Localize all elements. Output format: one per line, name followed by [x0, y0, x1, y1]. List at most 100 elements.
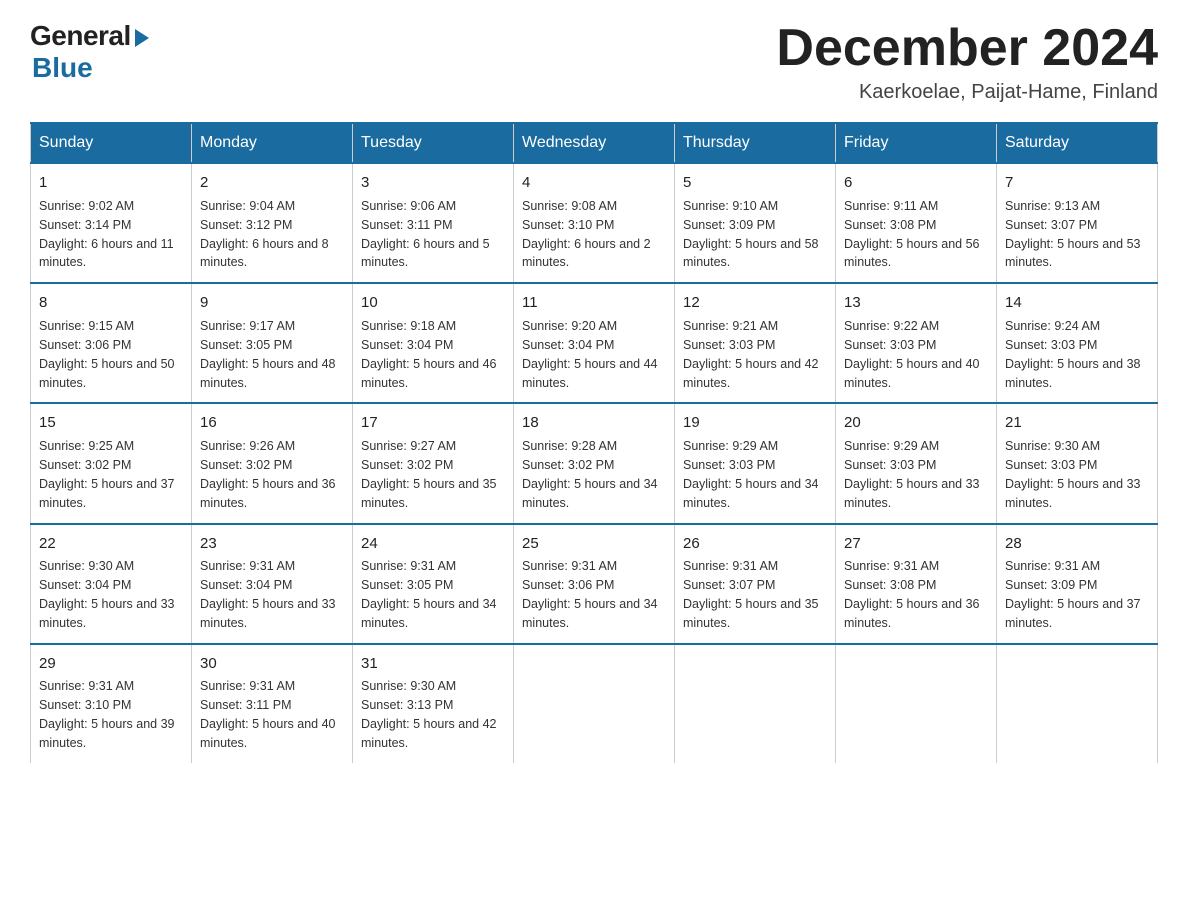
- day-number: 7: [1005, 172, 1149, 194]
- day-info: Sunrise: 9:30 AMSunset: 3:03 PMDaylight:…: [1005, 439, 1141, 510]
- calendar-day-cell: 28Sunrise: 9:31 AMSunset: 3:09 PMDayligh…: [997, 524, 1158, 644]
- calendar-day-cell: 1 Sunrise: 9:02 AMSunset: 3:14 PMDaylight…: [31, 163, 192, 283]
- day-number: 8: [39, 292, 183, 314]
- day-number: 23: [200, 533, 344, 555]
- calendar-day-cell: 14 Sunrise: 9:24 AMSunset: 3:03 PMDayligh…: [997, 283, 1158, 403]
- day-info: Sunrise: 9:24 AMSunset: 3:03 PMDaylight:…: [1005, 319, 1141, 390]
- calendar-day-header: Wednesday: [514, 123, 675, 163]
- calendar-day-cell: [675, 644, 836, 763]
- calendar-day-cell: [514, 644, 675, 763]
- calendar-day-header: Friday: [836, 123, 997, 163]
- calendar-day-cell: 29 Sunrise: 9:31 AMSunset: 3:10 PMDayligh…: [31, 644, 192, 763]
- day-number: 2: [200, 172, 344, 194]
- location-title: Kaerkoelae, Paijat-Hame, Finland: [776, 81, 1158, 104]
- day-number: 21: [1005, 412, 1149, 434]
- calendar-day-cell: [997, 644, 1158, 763]
- calendar-day-cell: 27Sunrise: 9:31 AMSunset: 3:08 PMDayligh…: [836, 524, 997, 644]
- day-number: 30: [200, 653, 344, 675]
- calendar-day-cell: 16 Sunrise: 9:26 AMSunset: 3:02 PMDayligh…: [192, 403, 353, 523]
- day-number: 29: [39, 653, 183, 675]
- calendar-day-cell: 5Sunrise: 9:10 AMSunset: 3:09 PMDaylight…: [675, 163, 836, 283]
- day-info: Sunrise: 9:17 AMSunset: 3:05 PMDaylight:…: [200, 319, 336, 390]
- calendar-week-row: 29 Sunrise: 9:31 AMSunset: 3:10 PMDayligh…: [31, 644, 1158, 763]
- day-info: Sunrise: 9:28 AMSunset: 3:02 PMDaylight:…: [522, 439, 658, 510]
- day-info: Sunrise: 9:31 AMSunset: 3:09 PMDaylight:…: [1005, 559, 1141, 630]
- day-number: 4: [522, 172, 666, 194]
- calendar-week-row: 8 Sunrise: 9:15 AMSunset: 3:06 PMDaylight…: [31, 283, 1158, 403]
- calendar-day-cell: 26 Sunrise: 9:31 AMSunset: 3:07 PMDayligh…: [675, 524, 836, 644]
- day-number: 25: [522, 533, 666, 555]
- day-number: 26: [683, 533, 827, 555]
- day-info: Sunrise: 9:31 AMSunset: 3:11 PMDaylight:…: [200, 679, 336, 750]
- day-info: Sunrise: 9:31 AMSunset: 3:10 PMDaylight:…: [39, 679, 175, 750]
- day-number: 16: [200, 412, 344, 434]
- calendar-day-header: Saturday: [997, 123, 1158, 163]
- day-info: Sunrise: 9:25 AMSunset: 3:02 PMDaylight:…: [39, 439, 175, 510]
- calendar-day-header: Monday: [192, 123, 353, 163]
- day-info: Sunrise: 9:29 AMSunset: 3:03 PMDaylight:…: [683, 439, 819, 510]
- day-info: Sunrise: 9:06 AMSunset: 3:11 PMDaylight:…: [361, 199, 490, 270]
- calendar-day-cell: 7 Sunrise: 9:13 AMSunset: 3:07 PMDaylight…: [997, 163, 1158, 283]
- day-info: Sunrise: 9:26 AMSunset: 3:02 PMDaylight:…: [200, 439, 336, 510]
- day-info: Sunrise: 9:22 AMSunset: 3:03 PMDaylight:…: [844, 319, 980, 390]
- day-info: Sunrise: 9:31 AMSunset: 3:04 PMDaylight:…: [200, 559, 336, 630]
- calendar-day-cell: 4 Sunrise: 9:08 AMSunset: 3:10 PMDaylight…: [514, 163, 675, 283]
- day-info: Sunrise: 9:27 AMSunset: 3:02 PMDaylight:…: [361, 439, 497, 510]
- calendar-table: SundayMondayTuesdayWednesdayThursdayFrid…: [30, 122, 1158, 763]
- calendar-day-cell: 21 Sunrise: 9:30 AMSunset: 3:03 PMDayligh…: [997, 403, 1158, 523]
- day-number: 24: [361, 533, 505, 555]
- logo-arrow-icon: [135, 29, 149, 47]
- day-number: 3: [361, 172, 505, 194]
- title-block: December 2024 Kaerkoelae, Paijat-Hame, F…: [776, 20, 1158, 104]
- day-info: Sunrise: 9:08 AMSunset: 3:10 PMDaylight:…: [522, 199, 651, 270]
- day-number: 12: [683, 292, 827, 314]
- calendar-day-cell: 25 Sunrise: 9:31 AMSunset: 3:06 PMDayligh…: [514, 524, 675, 644]
- calendar-day-cell: 13Sunrise: 9:22 AMSunset: 3:03 PMDayligh…: [836, 283, 997, 403]
- calendar-day-cell: 30 Sunrise: 9:31 AMSunset: 3:11 PMDayligh…: [192, 644, 353, 763]
- day-info: Sunrise: 9:13 AMSunset: 3:07 PMDaylight:…: [1005, 199, 1141, 270]
- calendar-day-cell: 17Sunrise: 9:27 AMSunset: 3:02 PMDayligh…: [353, 403, 514, 523]
- calendar-day-cell: 31 Sunrise: 9:30 AMSunset: 3:13 PMDayligh…: [353, 644, 514, 763]
- calendar-day-cell: [836, 644, 997, 763]
- day-info: Sunrise: 9:02 AMSunset: 3:14 PMDaylight:…: [39, 199, 174, 270]
- day-number: 10: [361, 292, 505, 314]
- calendar-day-cell: 6 Sunrise: 9:11 AMSunset: 3:08 PMDaylight…: [836, 163, 997, 283]
- logo-general-text: General: [30, 20, 131, 52]
- calendar-day-cell: 12 Sunrise: 9:21 AMSunset: 3:03 PMDayligh…: [675, 283, 836, 403]
- day-number: 20: [844, 412, 988, 434]
- calendar-day-header: Thursday: [675, 123, 836, 163]
- day-info: Sunrise: 9:30 AMSunset: 3:13 PMDaylight:…: [361, 679, 497, 750]
- calendar-day-cell: 18 Sunrise: 9:28 AMSunset: 3:02 PMDayligh…: [514, 403, 675, 523]
- day-number: 18: [522, 412, 666, 434]
- day-number: 22: [39, 533, 183, 555]
- day-info: Sunrise: 9:15 AMSunset: 3:06 PMDaylight:…: [39, 319, 175, 390]
- day-number: 15: [39, 412, 183, 434]
- day-info: Sunrise: 9:21 AMSunset: 3:03 PMDaylight:…: [683, 319, 819, 390]
- calendar-week-row: 1 Sunrise: 9:02 AMSunset: 3:14 PMDaylight…: [31, 163, 1158, 283]
- day-info: Sunrise: 9:31 AMSunset: 3:06 PMDaylight:…: [522, 559, 658, 630]
- logo-blue-text: Blue: [32, 52, 93, 84]
- day-info: Sunrise: 9:20 AMSunset: 3:04 PMDaylight:…: [522, 319, 658, 390]
- calendar-day-cell: 8 Sunrise: 9:15 AMSunset: 3:06 PMDaylight…: [31, 283, 192, 403]
- calendar-day-cell: 3 Sunrise: 9:06 AMSunset: 3:11 PMDaylight…: [353, 163, 514, 283]
- day-info: Sunrise: 9:11 AMSunset: 3:08 PMDaylight:…: [844, 199, 980, 270]
- day-number: 31: [361, 653, 505, 675]
- calendar-day-cell: 24 Sunrise: 9:31 AMSunset: 3:05 PMDayligh…: [353, 524, 514, 644]
- day-number: 1: [39, 172, 183, 194]
- calendar-day-cell: 22 Sunrise: 9:30 AMSunset: 3:04 PMDayligh…: [31, 524, 192, 644]
- day-number: 6: [844, 172, 988, 194]
- calendar-day-cell: 11Sunrise: 9:20 AMSunset: 3:04 PMDayligh…: [514, 283, 675, 403]
- calendar-day-cell: 19Sunrise: 9:29 AMSunset: 3:03 PMDayligh…: [675, 403, 836, 523]
- day-number: 5: [683, 172, 827, 194]
- day-info: Sunrise: 9:31 AMSunset: 3:05 PMDaylight:…: [361, 559, 497, 630]
- day-info: Sunrise: 9:31 AMSunset: 3:07 PMDaylight:…: [683, 559, 819, 630]
- calendar-day-cell: 10Sunrise: 9:18 AMSunset: 3:04 PMDayligh…: [353, 283, 514, 403]
- page-header: General Blue December 2024 Kaerkoelae, P…: [30, 20, 1158, 104]
- calendar-day-cell: 23 Sunrise: 9:31 AMSunset: 3:04 PMDayligh…: [192, 524, 353, 644]
- day-number: 14: [1005, 292, 1149, 314]
- month-title: December 2024: [776, 20, 1158, 77]
- calendar-day-cell: 15 Sunrise: 9:25 AMSunset: 3:02 PMDayligh…: [31, 403, 192, 523]
- day-info: Sunrise: 9:29 AMSunset: 3:03 PMDaylight:…: [844, 439, 980, 510]
- day-info: Sunrise: 9:30 AMSunset: 3:04 PMDaylight:…: [39, 559, 175, 630]
- calendar-day-cell: 9Sunrise: 9:17 AMSunset: 3:05 PMDaylight…: [192, 283, 353, 403]
